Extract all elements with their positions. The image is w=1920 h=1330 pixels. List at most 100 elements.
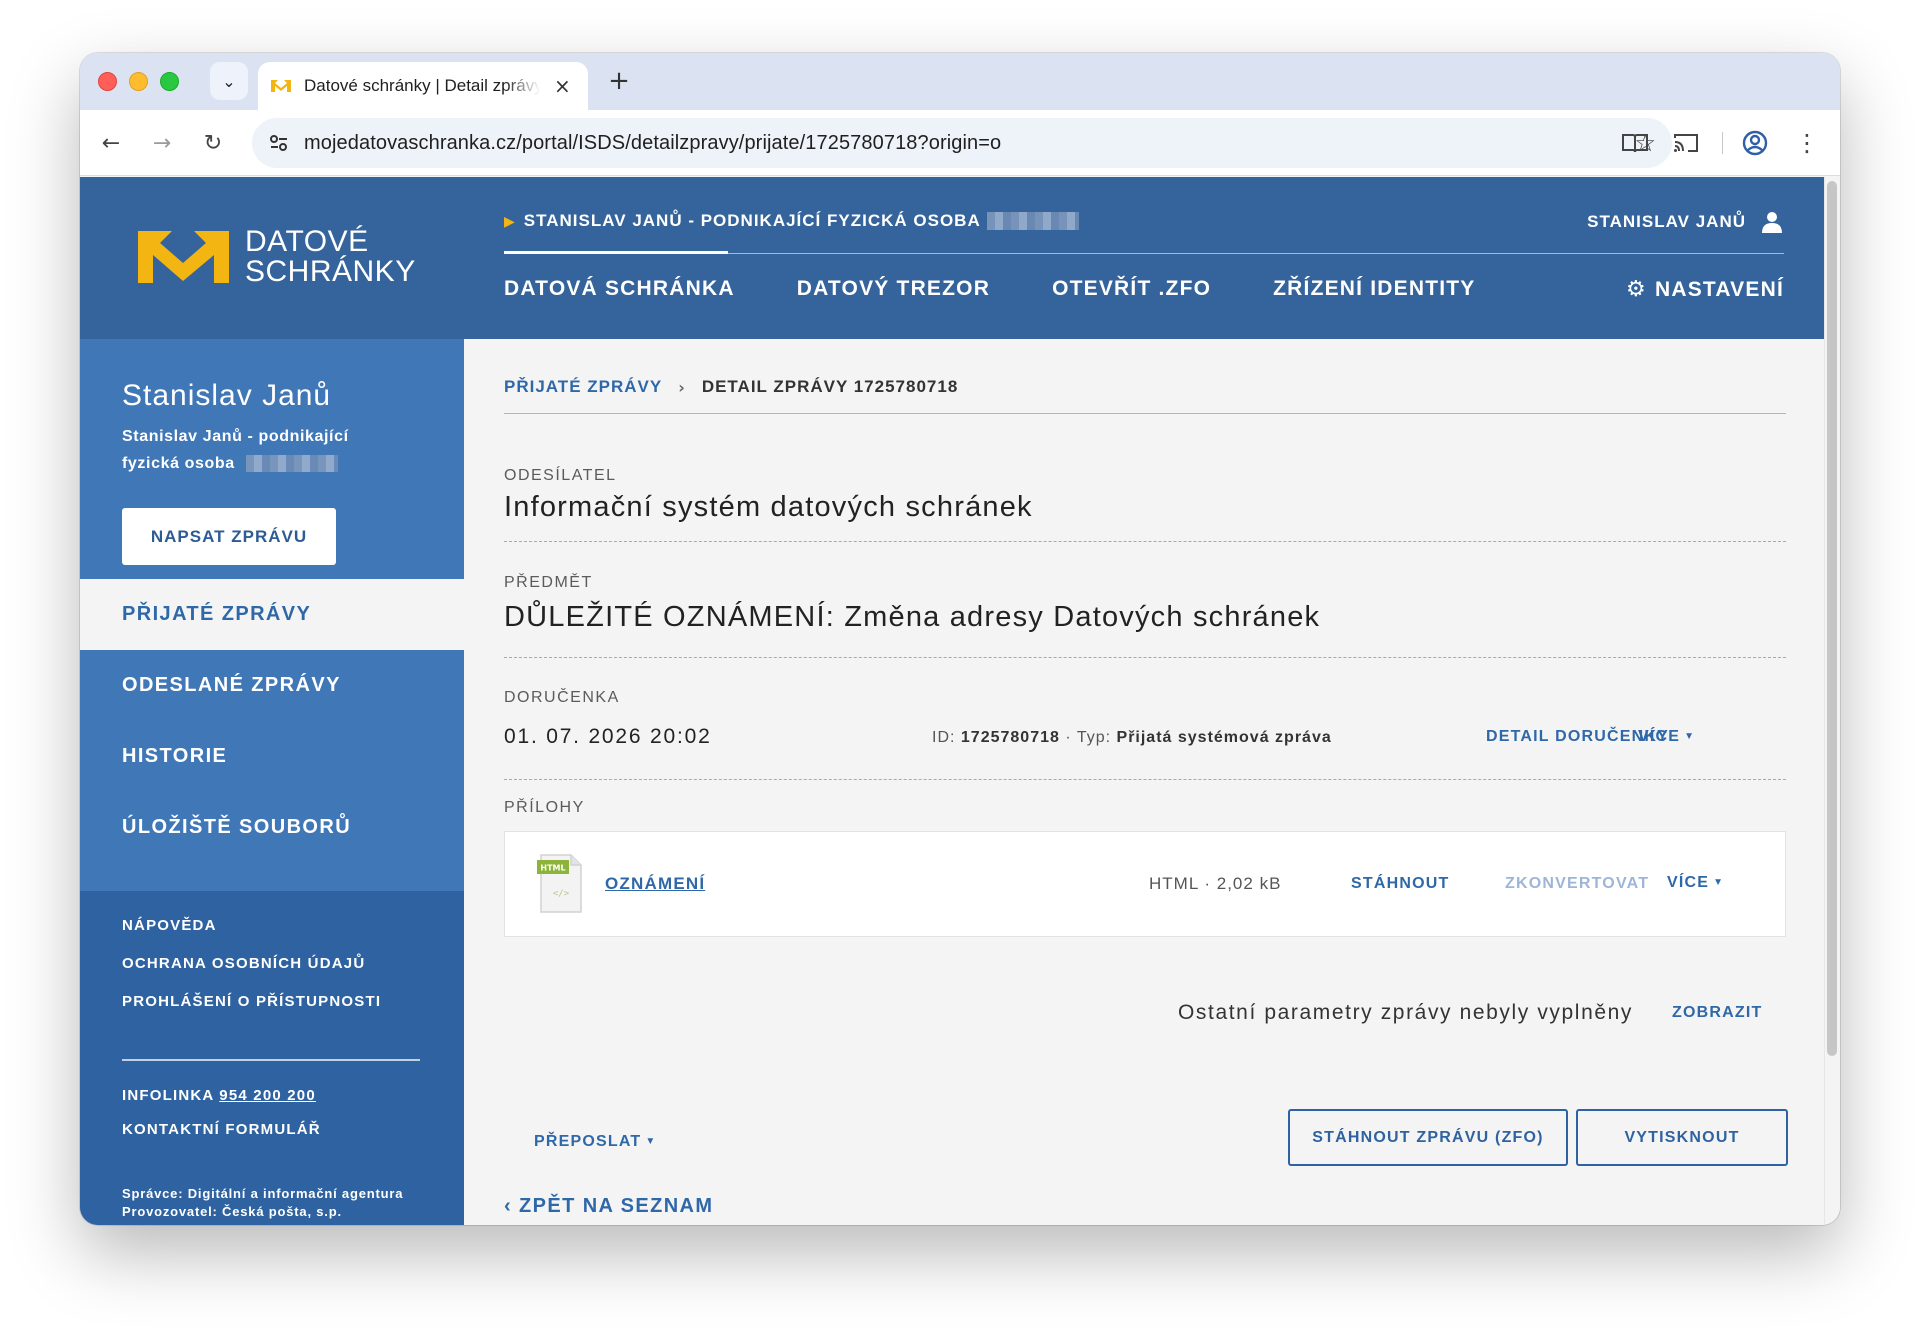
- book-icon[interactable]: [1620, 128, 1650, 158]
- sidebar-item-received[interactable]: PŘIJATÉ ZPRÁVY: [80, 579, 464, 650]
- receipt-more-dropdown[interactable]: VÍCE ▼: [1638, 728, 1695, 746]
- user-name: STANISLAV JANŮ: [1587, 212, 1746, 231]
- infoline-label: INFOLINKA: [122, 1087, 214, 1104]
- breadcrumb-received-link[interactable]: PŘIJATÉ ZPRÁVY: [504, 377, 662, 397]
- arrow-left-icon[interactable]: ←: [92, 124, 130, 162]
- attachment-convert-button[interactable]: ZKONVERTOVAT: [1505, 875, 1649, 893]
- type-value: Přijatá systémová zpráva: [1116, 729, 1332, 746]
- other-params-text: Ostatní parametry zprávy nebyly vyplněny: [1178, 1001, 1634, 1024]
- sidebar-user-subtitle: Stanislav Janů - podnikající fyzická oso…: [122, 423, 392, 477]
- sender-label: ODESÍLATEL: [504, 467, 617, 484]
- privacy-link[interactable]: OCHRANA OSOBNÍCH ÚDAJŮ: [122, 955, 365, 972]
- infoline: INFOLINKA 954 200 200: [122, 1087, 316, 1104]
- sidebar-footer: NÁPOVĚDA OCHRANA OSOBNÍCH ÚDAJŮ PROHLÁŠE…: [80, 891, 464, 1225]
- subject-label: PŘEDMĚT: [504, 574, 593, 591]
- download-zfo-button[interactable]: STÁHNOUT ZPRÁVU (ZFO): [1288, 1109, 1568, 1166]
- attachment-name-link[interactable]: OZNÁMENÍ: [605, 874, 705, 894]
- address-bar[interactable]: mojedatovaschranka.cz/portal/ISDS/detail…: [252, 118, 1672, 168]
- nav-datovy-trezor[interactable]: DATOVÝ TREZOR: [797, 277, 990, 301]
- site-logo[interactable]: DATOVÉ SCHRÁNKY: [136, 227, 416, 287]
- divider: [504, 541, 1786, 542]
- logo-mark-icon: [138, 231, 229, 283]
- infoline-phone-link[interactable]: 954 200 200: [219, 1087, 316, 1104]
- tab-strip: ⌄ Datové schránky | Detail zprávy × +: [80, 53, 1840, 110]
- triangle-right-icon: ▶: [504, 212, 516, 229]
- sidebar-divider: [122, 1059, 420, 1061]
- account-circle-icon[interactable]: [1740, 128, 1770, 158]
- new-tab-plus-icon[interactable]: +: [602, 64, 636, 98]
- minimize-window-button[interactable]: [129, 72, 148, 91]
- sidebar-menu: PŘIJATÉ ZPRÁVY ODESLANÉ ZPRÁVY HISTORIE …: [80, 579, 464, 863]
- receipt-row: 01. 07. 2026 20:02 ID: 1725780718 · Typ:…: [504, 725, 1786, 755]
- divider: [504, 657, 1786, 658]
- browser-window: ⌄ Datové schránky | Detail zprávy × + ← …: [80, 53, 1840, 1225]
- back-to-list-link[interactable]: ‹ ZPĚT NA SEZNAM: [504, 1195, 713, 1218]
- sidebar-legal-footer: Správce: Digitální a informační agentura…: [122, 1185, 403, 1221]
- delivery-date: 01. 07. 2026 20:02: [504, 725, 712, 748]
- contact-form-link[interactable]: KONTAKTNÍ FORMULÁŘ: [122, 1121, 321, 1138]
- close-window-button[interactable]: [98, 72, 117, 91]
- browser-toolbar: ← → ↻ mojedatovaschranka.cz/portal/ISDS/…: [80, 110, 1840, 176]
- id-value: 1725780718: [960, 729, 1060, 746]
- more-label: VÍCE: [1638, 728, 1681, 745]
- more-label: VÍCE: [1667, 874, 1710, 891]
- tune-icon[interactable]: [268, 132, 290, 154]
- attachment-more-dropdown[interactable]: VÍCE ▼: [1667, 874, 1724, 892]
- tab-close-icon[interactable]: ×: [554, 74, 571, 98]
- active-account-indicator: [504, 251, 728, 254]
- nav-datova-schranka[interactable]: DATOVÁ SCHRÁNKA: [504, 277, 735, 301]
- html-file-icon: HTML </>: [537, 854, 582, 913]
- nav-zrizeni-identity[interactable]: ZŘÍZENÍ IDENTITY: [1273, 277, 1475, 301]
- account-name: STANISLAV JANŮ - PODNIKAJÍCÍ FYZICKÁ OSO…: [523, 211, 981, 230]
- logo-line-1: DATOVÉ: [245, 225, 369, 258]
- account-switcher[interactable]: ▶ STANISLAV JANŮ - PODNIKAJÍCÍ FYZICKÁ O…: [504, 211, 1079, 231]
- print-button[interactable]: VYTISKNOUT: [1576, 1109, 1788, 1166]
- receipt-label: DORUČENKA: [504, 689, 620, 706]
- attachment-meta: HTML · 2,02 kB: [1149, 874, 1282, 893]
- scrollbar-thumb[interactable]: [1827, 181, 1837, 1056]
- sidebar-item-sent[interactable]: ODESLANÉ ZPRÁVY: [80, 650, 464, 721]
- browser-tab[interactable]: Datové schránky | Detail zprávy ×: [258, 62, 588, 110]
- arrow-right-icon[interactable]: →: [143, 124, 181, 162]
- cast-icon[interactable]: [1671, 128, 1701, 158]
- maximize-window-button[interactable]: [160, 72, 179, 91]
- caret-down-icon: ▼: [645, 1136, 657, 1147]
- breadcrumb: PŘIJATÉ ZPRÁVY › DETAIL ZPRÁVY 172578071…: [504, 377, 958, 397]
- settings-link[interactable]: ⚙ NASTAVENÍ: [1626, 277, 1784, 302]
- user-menu[interactable]: STANISLAV JANŮ: [1587, 210, 1784, 234]
- chevron-right-icon: ›: [678, 377, 686, 397]
- sidebar-item-history[interactable]: HISTORIE: [80, 721, 464, 792]
- attachment-item: HTML </> OZNÁMENÍ HTML · 2,02 kB STÁHNOU…: [504, 831, 1786, 937]
- back-label: ZPĚT NA SEZNAM: [519, 1195, 714, 1217]
- kebab-menu-icon[interactable]: ⋮: [1788, 124, 1826, 162]
- breadcrumb-current: DETAIL ZPRÁVY 1725780718: [701, 377, 959, 396]
- tab-title: Datové schránky | Detail zprávy: [304, 76, 540, 95]
- accessibility-link[interactable]: PROHLÁŠENÍ O PŘÍSTUPNOSTI: [122, 993, 381, 1010]
- show-params-link[interactable]: ZOBRAZIT: [1672, 1004, 1762, 1022]
- file-type-badge: HTML: [540, 864, 565, 873]
- person-icon: [1762, 212, 1782, 233]
- attachment-download-button[interactable]: STÁHNOUT: [1351, 875, 1449, 893]
- footer-operator: Provozovatel: Česká pošta, s.p.: [122, 1204, 342, 1219]
- svg-text:</>: </>: [553, 889, 570, 899]
- breadcrumb-divider: [504, 413, 1786, 414]
- tab-search-chevron-icon[interactable]: ⌄: [210, 62, 248, 100]
- redacted-id: [245, 455, 338, 473]
- id-label: ID:: [932, 729, 956, 746]
- logo-text: DATOVÉ SCHRÁNKY: [245, 227, 416, 287]
- reload-icon[interactable]: ↻: [194, 124, 232, 162]
- sidebar: Stanislav Janů Stanislav Janů - podnikaj…: [80, 339, 464, 1225]
- compose-message-button[interactable]: NAPSAT ZPRÁVU: [122, 508, 336, 565]
- chevron-left-icon: ‹: [504, 1195, 513, 1217]
- sidebar-user-name: Stanislav Janů: [122, 379, 332, 412]
- sidebar-item-file-storage[interactable]: ÚLOŽIŠTĚ SOUBORŮ: [80, 792, 464, 863]
- sender-value: Informační systém datových schránek: [504, 491, 1033, 523]
- forward-dropdown[interactable]: PŘEPOSLAT ▼: [534, 1133, 657, 1151]
- type-label: · Typ:: [1065, 729, 1112, 746]
- main-navigation: DATOVÁ SCHRÁNKA DATOVÝ TREZOR OTEVŘÍT .Z…: [504, 277, 1538, 301]
- caret-down-icon: ▼: [1713, 877, 1725, 888]
- nav-otevrit-zfo[interactable]: OTEVŘÍT .ZFO: [1052, 277, 1211, 301]
- help-link[interactable]: NÁPOVĚDA: [122, 917, 217, 934]
- settings-label: NASTAVENÍ: [1654, 277, 1784, 301]
- attachments-label: PŘÍLOHY: [504, 799, 585, 816]
